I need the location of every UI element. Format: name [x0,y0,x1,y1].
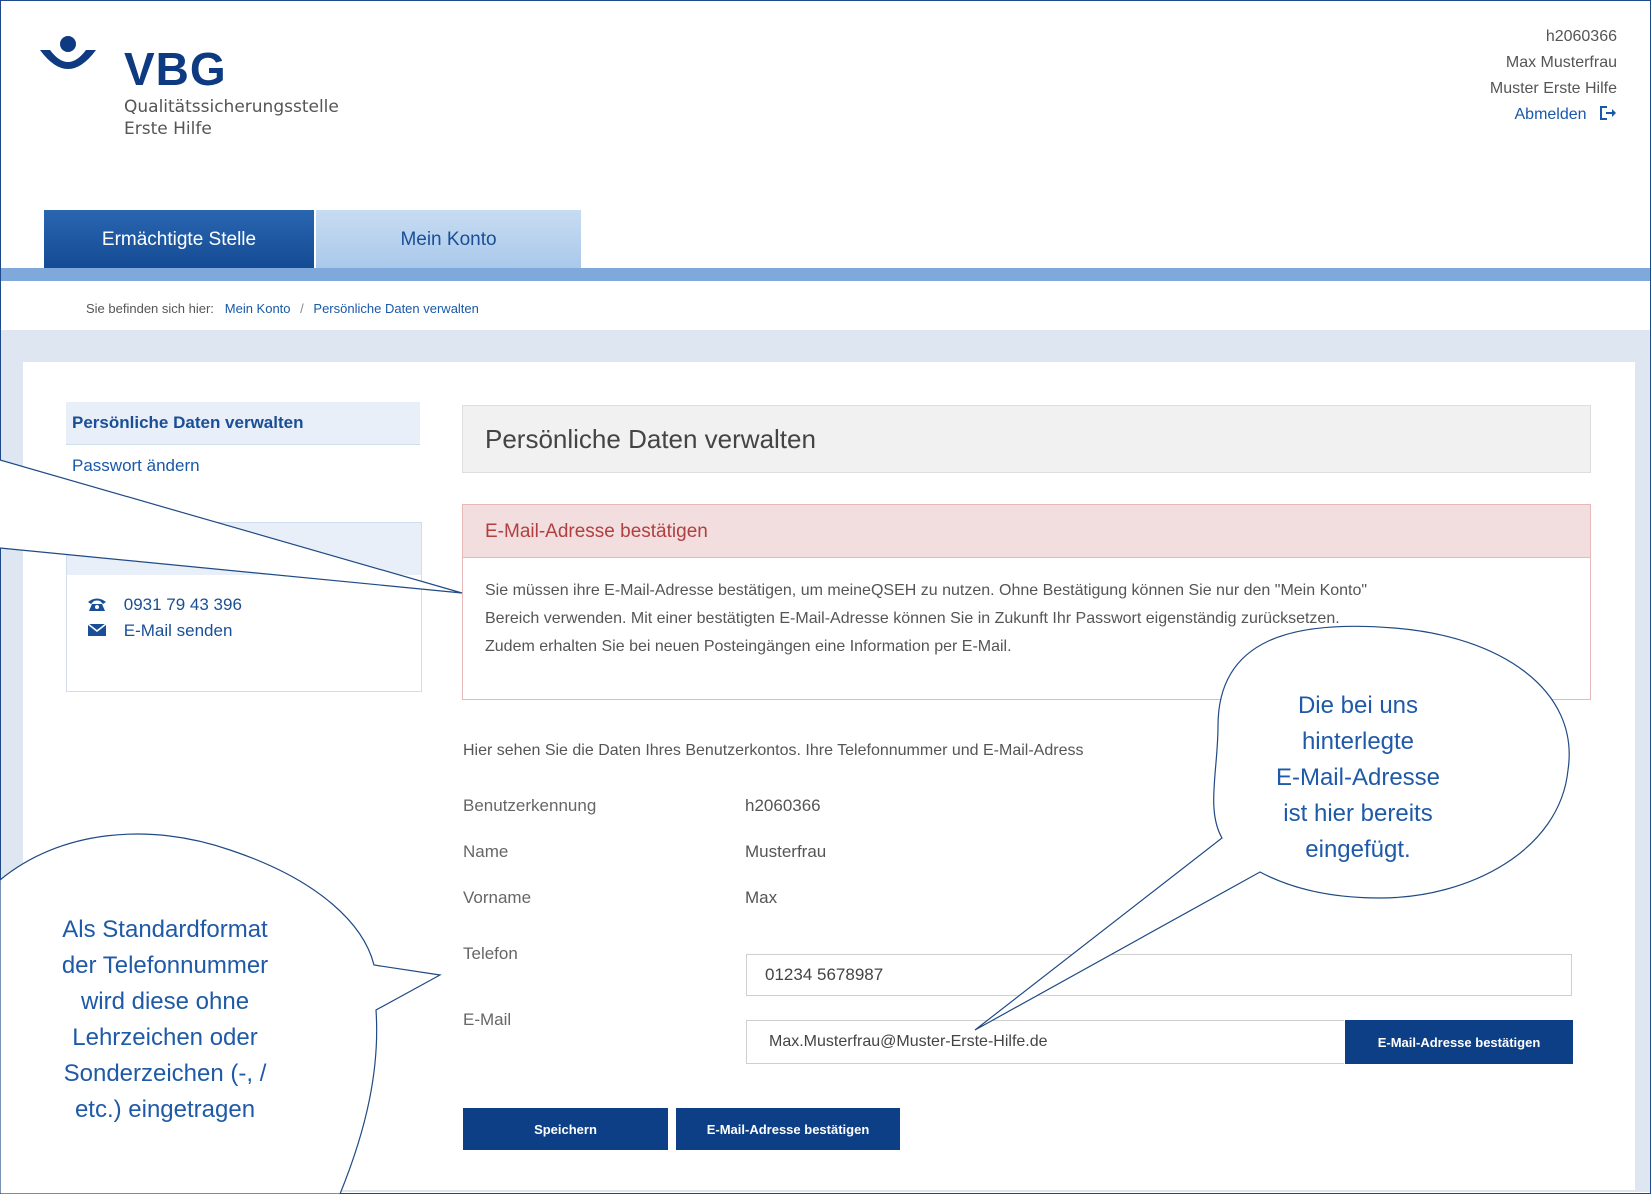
alert-line-1: Sie müssen ihre E-Mail-Adresse bestätige… [485,582,1368,599]
contact-email[interactable]: E-Mail senden [87,621,232,641]
logo-subtitle-line2: Erste Hilfe [124,119,212,139]
callout-right-line: E-Mail-Adresse [1275,764,1441,791]
tab-bar-line [1,268,1650,281]
breadcrumb-separator: / [300,301,304,316]
page-title: Persönliche Daten verwalten [485,424,816,454]
envelope-icon [87,623,107,636]
callout-right-line: eingefügt. [1305,836,1411,863]
save-button[interactable]: Speichern [463,1108,668,1150]
callout-left-line: Als Standardformat [62,916,268,943]
contact-phone-number: 0931 79 43 396 [123,595,242,614]
callout-right-line: hinterlegte [1301,728,1415,755]
contact-box-header [67,523,421,575]
logout-icon [1600,106,1616,120]
breadcrumb: Sie befinden sich hier: Mein Konto / Per… [1,281,1650,329]
callout-left-line: Sonderzeichen (-, / [63,1060,267,1087]
sidebar: Persönliche Daten verwalten Passwort änd… [66,402,420,487]
confirm-email-button[interactable]: E-Mail-Adresse bestätigen [676,1108,900,1150]
logout-link[interactable]: Abmelden [1490,102,1617,128]
callout-left-line: wird diese ohne [80,988,250,1015]
username-value: h2060366 [745,796,821,815]
alert-header: E-Mail-Adresse bestätigen [463,505,1590,558]
firstname-value: Max [745,888,778,907]
logo-mark-icon [40,36,96,69]
contact-phone[interactable]: 0931 79 43 396 [87,595,242,615]
callout-email-text: Die bei uns hinterlegte E-Mail-Adresse i… [1238,688,1478,868]
sidebar-item-passwort-aendern[interactable]: Passwort ändern [66,445,420,487]
confirm-email-inline-button[interactable]: E-Mail-Adresse bestätigen [1345,1020,1573,1064]
user-org: Muster Erste Hilfe [1489,80,1617,97]
phone-label: Telefon [463,944,518,963]
callout-left-line: etc.) eingetragen [74,1096,256,1123]
callout-left-line: der Telefonnummer [61,952,269,979]
alert-title: E-Mail-Adresse bestätigen [485,521,708,542]
callout-left-line: Lehrzeichen oder [72,1024,258,1051]
user-name: Max Musterfrau [1505,54,1617,71]
page-header: Persönliche Daten verwalten [462,405,1591,473]
breadcrumb-mein-konto[interactable]: Mein Konto [225,301,291,316]
alert-line-3: Zudem erhalten Sie bei neuen Posteingäng… [485,638,1012,655]
logo-text: VBG [124,43,227,95]
phone-input[interactable] [746,954,1572,996]
callout-right-line: Die bei uns [1297,692,1419,719]
contact-email-label: E-Mail senden [123,621,233,640]
user-info: h2060366 Max Musterfrau Muster Erste Hil… [1490,24,1617,128]
contact-box: 0931 79 43 396 E-Mail senden [66,522,422,692]
alert-body: Sie müssen ihre E-Mail-Adresse bestätige… [485,577,1575,661]
tab-ermaechtigte-stelle[interactable]: Ermächtigte Stelle [44,210,314,270]
email-label: E-Mail [463,1010,512,1029]
account-intro-text: Hier sehen Sie die Daten Ihres Benutzerk… [463,742,1084,759]
callout-right-line: ist hier bereits [1283,800,1433,827]
logo-subtitle-line1: Qualitätssicherungsstelle [124,97,339,117]
sidebar-item-persoenliche-daten[interactable]: Persönliche Daten verwalten [66,402,420,445]
email-confirm-alert: E-Mail-Adresse bestätigen Sie müssen ihr… [462,504,1591,700]
breadcrumb-prefix: Sie befinden sich hier: [86,301,214,316]
email-input[interactable] [746,1020,1344,1064]
alert-line-2: Bereich verwenden. Mit einer bestätigten… [485,610,1340,627]
logo-subtitle: Qualitätssicherungsstelle Erste Hilfe [124,96,339,140]
username-label: Benutzerkennung [463,796,597,815]
user-id: h2060366 [1545,28,1617,45]
phone-icon [88,598,106,611]
logout-label: Abmelden [1514,106,1587,123]
breadcrumb-persoenliche-daten[interactable]: Persönliche Daten verwalten [313,301,478,316]
name-label: Name [463,842,509,861]
callout-phone-text: Als Standardformat der Telefonnummer wir… [25,912,305,1128]
name-value: Musterfrau [745,842,827,861]
tab-mein-konto[interactable]: Mein Konto [316,210,581,270]
firstname-label: Vorname [463,888,532,907]
